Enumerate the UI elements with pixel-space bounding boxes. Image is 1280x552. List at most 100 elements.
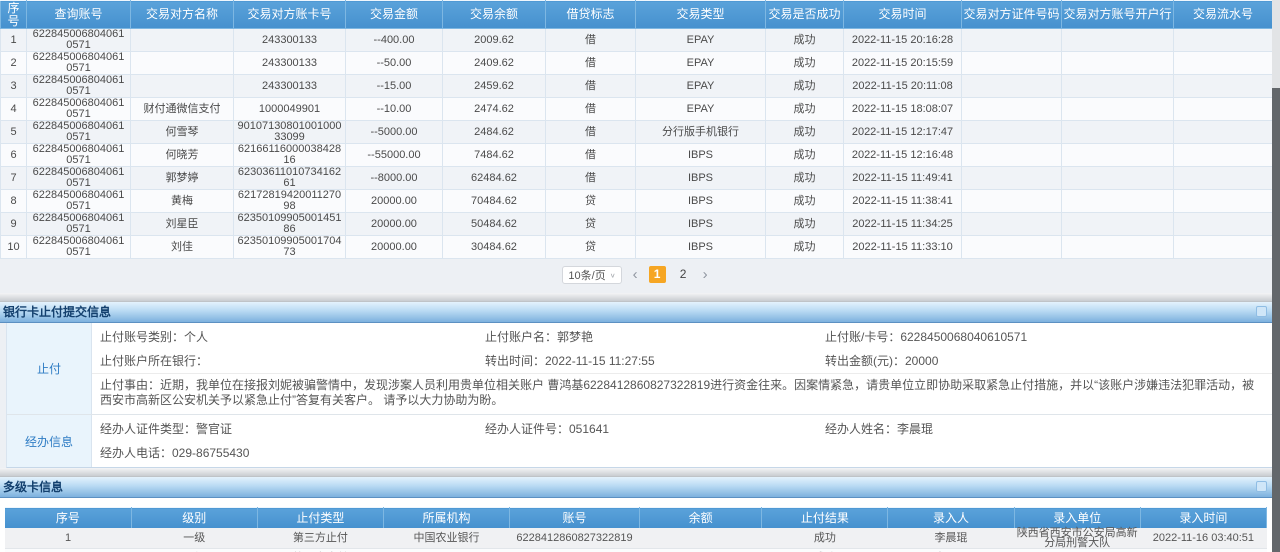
table-cell: 贷 xyxy=(546,190,636,213)
field-row: 经办人电话：029-86755430 xyxy=(92,441,1272,465)
table-cell: 6230361101073416261 xyxy=(234,167,346,190)
table-cell: 4 xyxy=(1,98,27,121)
table-row: 26228450068040610571243300133--50.002409… xyxy=(1,52,1273,75)
table-cell: 7484.62 xyxy=(443,144,546,167)
stop-payment-reason: 止付事由：近期，我单位在接报刘妮被骗警情中，发现涉案人员利用贵单位相关账户 曹鸿… xyxy=(92,373,1272,412)
table-cell: 成功 xyxy=(766,167,844,190)
table-cell: 成功 xyxy=(766,144,844,167)
multi-card-section-header: 多级卡信息 xyxy=(0,477,1272,498)
header-row: 序号级别止付类型所属机构账号余额止付结果录入人录入单位录入时间 xyxy=(5,508,1267,528)
stop-payment-section-header: 银行卡止付提交信息 xyxy=(0,302,1272,323)
collapse-icon[interactable] xyxy=(1256,306,1267,317)
page-size-select[interactable]: 10条/页 ∨ xyxy=(562,266,621,284)
table-cell: 成功 xyxy=(766,52,844,75)
stop-payment-group: 止付 止付账号类别：个人 止付账户名：郭梦艳 止付账/卡号：6228450068… xyxy=(7,323,1272,414)
field-transfer-time: 转出时间：2022-11-15 11:27:55 xyxy=(485,354,825,368)
table-cell: 3 xyxy=(1,75,27,98)
table-cell xyxy=(131,29,234,52)
column-header: 所属机构 xyxy=(383,508,509,528)
table-cell: 黄梅 xyxy=(131,190,234,213)
page-button-2[interactable]: 2 xyxy=(675,266,692,283)
column-header: 级别 xyxy=(131,508,257,528)
table-cell: 2022-11-15 11:38:41 xyxy=(844,190,962,213)
table-cell: 刘佳 xyxy=(131,236,234,259)
column-header: 查询账号 xyxy=(27,1,131,29)
chevron-down-icon: ∨ xyxy=(610,271,616,278)
table-cell xyxy=(1062,75,1174,98)
table-cell: 7 xyxy=(1,167,27,190)
table-cell xyxy=(1174,29,1273,52)
scrollbar-thumb[interactable] xyxy=(1272,88,1280,552)
table-cell: 贷 xyxy=(546,236,636,259)
table-cell: 2 xyxy=(5,548,131,552)
table-cell: 何晓芳 xyxy=(131,144,234,167)
page-size-label: 10条/页 xyxy=(568,267,605,283)
table-cell: 20000.00 xyxy=(346,190,443,213)
table-cell xyxy=(1174,121,1273,144)
operator-group: 经办信息 经办人证件类型：警官证 经办人证件号：051641 经办人姓名：李晨琨… xyxy=(7,414,1272,467)
table-cell: 第三方止付 xyxy=(257,528,383,549)
table-cell: --5000.00 xyxy=(346,121,443,144)
prev-page-button[interactable]: ‹ xyxy=(631,266,640,283)
table-cell: 10 xyxy=(1,236,27,259)
multi-card-table-body: 1一级第三方止付中国农业银行6228412860827322819成功李晨琨陕西… xyxy=(5,528,1267,552)
table-cell: 借 xyxy=(546,167,636,190)
section-title: 银行卡止付提交信息 xyxy=(3,305,111,319)
table-cell: 财付通微信支付 xyxy=(131,98,234,121)
column-header: 录入时间 xyxy=(1140,508,1266,528)
table-cell: 6235010990500170473 xyxy=(234,236,346,259)
table-cell xyxy=(1062,52,1174,75)
table-cell xyxy=(962,167,1062,190)
table-cell: 中国农业银行 xyxy=(383,528,509,549)
table-cell: 6228450068040610571 xyxy=(27,29,131,52)
collapse-icon[interactable] xyxy=(1256,481,1267,492)
table-cell: 借 xyxy=(546,121,636,144)
table-row: 96228450068040610571刘星臣62350109905001451… xyxy=(1,213,1273,236)
table-cell: 陕西省西安市公安局高新分局刑警大队 xyxy=(1014,528,1140,549)
table-cell: 6216611600003842816 xyxy=(234,144,346,167)
table-cell xyxy=(1062,29,1174,52)
table-row: 16228450068040610571243300133--400.00200… xyxy=(1,29,1273,52)
table-cell: IBPS xyxy=(636,167,766,190)
table-cell: EPAY xyxy=(636,98,766,121)
pagination: 10条/页 ∨ ‹ 1 2 › xyxy=(0,259,1272,293)
table-cell: 20000.00 xyxy=(346,213,443,236)
table-cell xyxy=(1174,236,1273,259)
table-row: 2二级第三方止付6235010990500170473成功李晨琨2022-11-… xyxy=(5,548,1267,552)
table-cell: EPAY xyxy=(636,52,766,75)
table-cell: 6 xyxy=(1,144,27,167)
table-cell xyxy=(1174,98,1273,121)
next-page-button[interactable]: › xyxy=(701,266,710,283)
table-cell: 2 xyxy=(1,52,27,75)
column-header: 交易对方名称 xyxy=(131,1,234,29)
table-cell xyxy=(1174,75,1273,98)
field-account-type: 止付账号类别：个人 xyxy=(100,330,485,344)
table-cell xyxy=(962,236,1062,259)
table-cell: 6235010990500170473 xyxy=(510,548,640,552)
vertical-scrollbar[interactable] xyxy=(1272,0,1280,552)
table-cell: 9 xyxy=(1,213,27,236)
field-row: 经办人证件类型：警官证 经办人证件号：051641 经办人姓名：李晨琨 xyxy=(92,417,1272,441)
field-bank: 止付账户所在银行： xyxy=(100,354,485,368)
table-cell: 6228412860827322819 xyxy=(510,528,640,549)
table-cell: 6235010990500145186 xyxy=(234,213,346,236)
table-cell: 成功 xyxy=(766,75,844,98)
column-header: 交易金额 xyxy=(346,1,443,29)
table-cell: 2022-11-15 20:15:59 xyxy=(844,52,962,75)
main-content: 序号查询账号交易对方名称交易对方账卡号交易金额交易余额借贷标志交易类型交易是否成… xyxy=(0,0,1272,552)
table-cell: 2459.62 xyxy=(443,75,546,98)
table-row: 36228450068040610571243300133--15.002459… xyxy=(1,75,1273,98)
table-cell: IBPS xyxy=(636,236,766,259)
table-cell: 成功 xyxy=(766,98,844,121)
operator-fields: 经办人证件类型：警官证 经办人证件号：051641 经办人姓名：李晨琨 经办人电… xyxy=(92,415,1272,467)
stop-payment-panel: 止付 止付账号类别：个人 止付账户名：郭梦艳 止付账/卡号：6228450068… xyxy=(6,323,1272,468)
table-cell: 第三方止付 xyxy=(257,548,383,552)
table-cell: 2022-11-15 18:08:07 xyxy=(844,98,962,121)
table-cell: --400.00 xyxy=(346,29,443,52)
field-cert-type: 经办人证件类型：警官证 xyxy=(100,422,485,436)
table-cell: 6228450068040610571 xyxy=(27,213,131,236)
table-cell xyxy=(962,213,1062,236)
page-button-1[interactable]: 1 xyxy=(649,266,666,283)
table-cell xyxy=(1174,144,1273,167)
table-cell: 成功 xyxy=(762,528,888,549)
